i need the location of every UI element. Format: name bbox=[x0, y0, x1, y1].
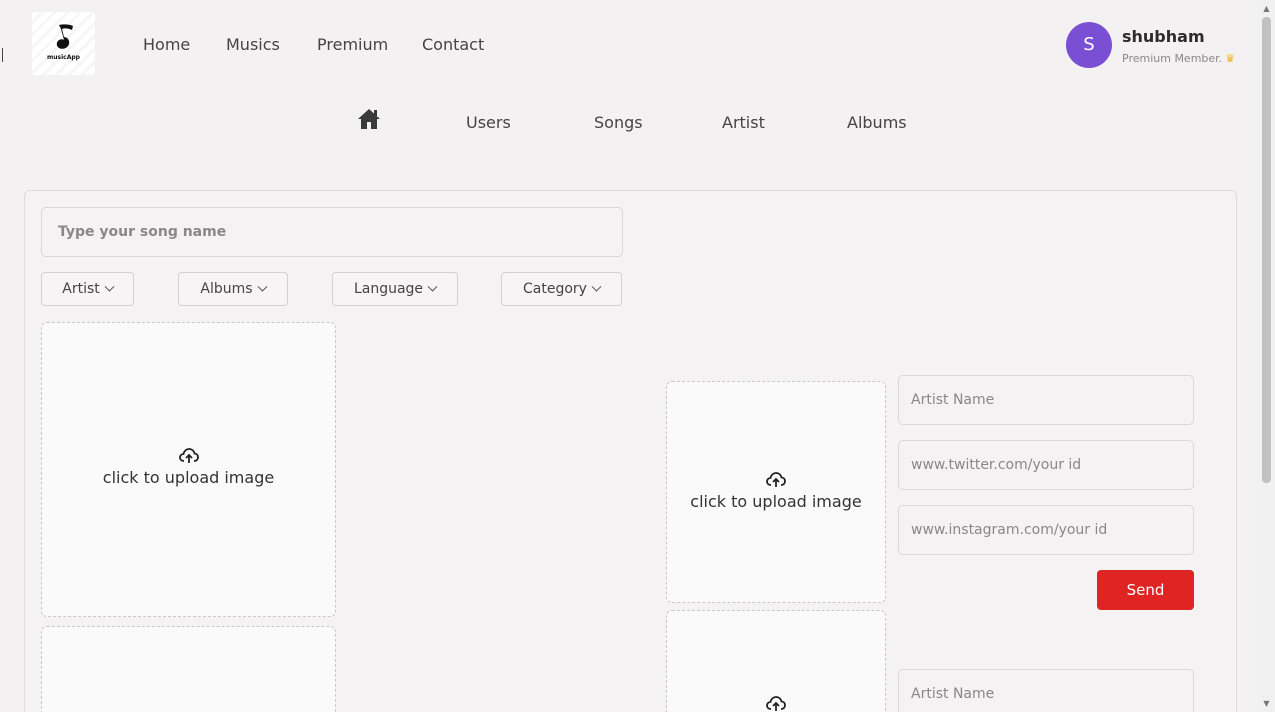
subnav-home[interactable] bbox=[357, 108, 383, 134]
scroll-down-icon[interactable]: ▼ bbox=[1258, 695, 1275, 712]
artist-image-upload[interactable]: click to upload image bbox=[666, 381, 886, 603]
album-image-upload[interactable] bbox=[666, 610, 886, 712]
home-icon bbox=[358, 109, 380, 129]
cloud-upload-icon bbox=[766, 472, 786, 487]
nav-musics[interactable]: Musics bbox=[226, 35, 280, 54]
category-dropdown[interactable]: Category bbox=[501, 272, 622, 306]
albums-dropdown[interactable]: Albums bbox=[178, 272, 288, 306]
twitter-input[interactable] bbox=[898, 440, 1194, 490]
upload-label: click to upload image bbox=[102, 468, 275, 487]
scrollbar-thumb[interactable] bbox=[1262, 17, 1271, 483]
user-role: Premium Member. ♛ bbox=[1122, 52, 1235, 65]
chevron-down-icon bbox=[104, 281, 115, 292]
subnav-users[interactable]: Users bbox=[466, 113, 511, 132]
subnav-artist[interactable]: Artist bbox=[722, 113, 765, 132]
chevron-down-icon bbox=[257, 281, 268, 292]
app-logo[interactable]: musicApp bbox=[32, 12, 95, 75]
artist-name-input[interactable] bbox=[898, 375, 1194, 425]
cloud-upload-icon bbox=[178, 448, 199, 463]
artist-dropdown-label: Artist bbox=[62, 281, 100, 297]
song-name-input[interactable] bbox=[41, 207, 623, 257]
page-heading-cut bbox=[540, 0, 840, 8]
logo-divider bbox=[2, 48, 3, 62]
nav-home[interactable]: Home bbox=[143, 35, 190, 54]
scrollbar[interactable]: ▲ ▼ bbox=[1258, 0, 1275, 712]
scroll-up-icon[interactable]: ▲ bbox=[1258, 0, 1275, 17]
user-name: shubham bbox=[1122, 27, 1205, 46]
upload-label: click to upload image bbox=[690, 492, 862, 511]
album-name-input[interactable] bbox=[898, 669, 1194, 712]
page-viewport: musicApp Home Musics Premium Contact S s… bbox=[0, 0, 1258, 712]
upload-content bbox=[667, 696, 885, 712]
subnav-songs[interactable]: Songs bbox=[594, 113, 643, 132]
crown-icon: ♛ bbox=[1225, 52, 1236, 65]
subnav-albums[interactable]: Albums bbox=[847, 113, 907, 132]
nav-premium[interactable]: Premium bbox=[317, 35, 388, 54]
nav-contact[interactable]: Contact bbox=[422, 35, 484, 54]
song-image-upload[interactable]: click to upload image bbox=[41, 322, 336, 617]
cloud-upload-icon bbox=[766, 696, 786, 711]
logo-text: musicApp bbox=[47, 54, 80, 61]
artist-dropdown[interactable]: Artist bbox=[41, 272, 134, 306]
avatar[interactable]: S bbox=[1066, 22, 1112, 68]
chevron-down-icon bbox=[427, 281, 438, 292]
language-dropdown-label: Language bbox=[353, 281, 424, 297]
upload-content: click to upload image bbox=[42, 448, 335, 487]
send-button[interactable]: Send bbox=[1097, 570, 1194, 610]
music-note-icon bbox=[56, 24, 73, 49]
albums-dropdown-label: Albums bbox=[200, 281, 253, 297]
song-image-upload-2[interactable] bbox=[41, 626, 336, 712]
instagram-input[interactable] bbox=[898, 505, 1194, 555]
user-role-label: Premium Member. bbox=[1122, 52, 1223, 65]
category-dropdown-label: Category bbox=[523, 281, 587, 297]
language-dropdown[interactable]: Language bbox=[332, 272, 458, 306]
chevron-down-icon bbox=[591, 281, 602, 292]
upload-content: click to upload image bbox=[667, 472, 885, 511]
